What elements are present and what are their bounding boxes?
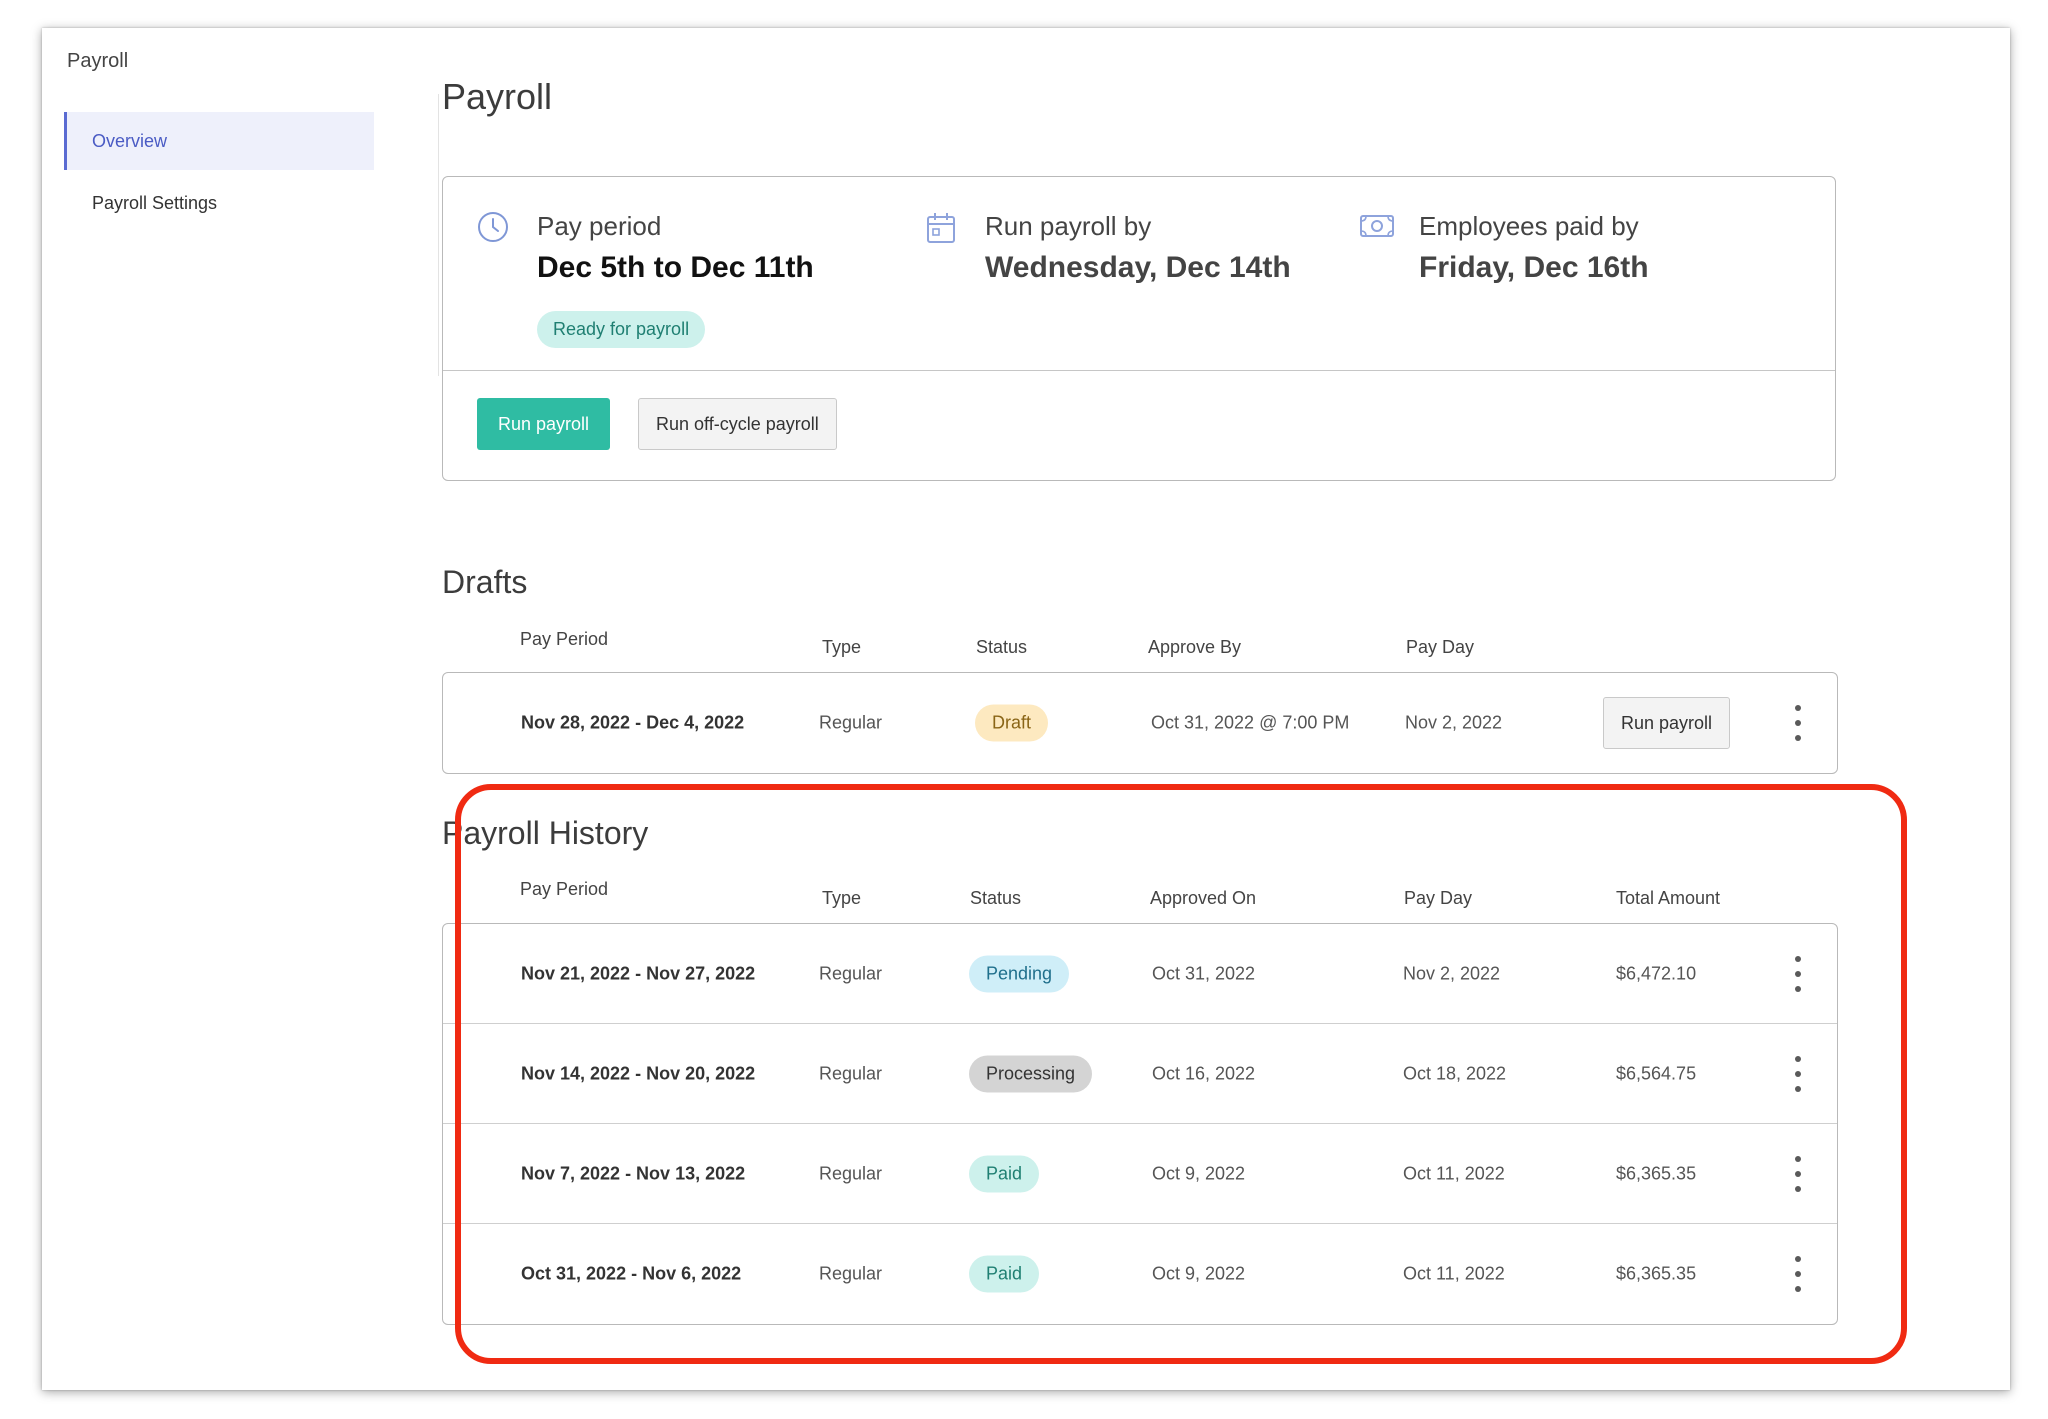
more-options-icon[interactable] <box>1793 1055 1803 1092</box>
pay-day-cell: Oct 11, 2022 <box>1403 1263 1505 1284</box>
history-header-status: Status <box>970 888 1022 908</box>
pay-period-cell: Nov 28, 2022 - Dec 4, 2022 <box>521 712 745 733</box>
pay-day-cell: Nov 2, 2022 <box>1403 963 1501 983</box>
approved-on-cell: Oct 9, 2022 <box>1152 1263 1246 1284</box>
history-header-pay-period: Pay Period <box>520 879 609 899</box>
type-cell: Regular <box>819 1263 883 1284</box>
total-amount-cell: $6,365.35 <box>1616 1163 1697 1183</box>
paid-by-label: Employees paid by <box>1419 211 1639 241</box>
type-cell: Regular <box>819 963 883 983</box>
sidebar-divider <box>438 94 439 376</box>
history-header-pay-day: Pay Day <box>1404 888 1473 908</box>
page-title: Payroll <box>442 76 553 117</box>
payroll-history-title: Payroll History <box>442 815 649 851</box>
status-badge: Processing <box>969 1055 1093 1092</box>
run-by-value: Wednesday, Dec 14th <box>985 251 1291 284</box>
total-amount-cell: $6,365.35 <box>1616 1263 1697 1284</box>
money-icon <box>1359 211 1394 243</box>
approve-by-cell: Oct 31, 2022 @ 7:00 PM <box>1151 712 1350 733</box>
draft-run-payroll-button[interactable]: Run payroll <box>1603 697 1731 749</box>
table-row: Nov 14, 2022 - Nov 20, 2022 Regular Proc… <box>443 1024 1837 1124</box>
drafts-header-status: Status <box>976 637 1028 657</box>
drafts-header-pay-day: Pay Day <box>1406 637 1475 657</box>
summary-actions: Run payroll Run off-cycle payroll <box>477 398 837 450</box>
run-off-cycle-payroll-button[interactable]: Run off-cycle payroll <box>638 398 837 450</box>
history-header-total-amount: Total Amount <box>1616 888 1721 908</box>
pay-period-value: Dec 5th to Dec 11th <box>537 251 814 284</box>
summary-stats: Pay period Dec 5th to Dec 11th Ready for… <box>443 177 1835 371</box>
paid-by-value: Friday, Dec 16th <box>1419 251 1649 284</box>
sidebar-item-overview[interactable]: Overview <box>64 112 374 170</box>
type-cell: Regular <box>819 1163 883 1183</box>
calendar-icon <box>925 211 957 243</box>
status-badge: Paid <box>969 1255 1040 1293</box>
table-row: Oct 31, 2022 - Nov 6, 2022 Regular Paid … <box>443 1224 1837 1324</box>
pay-period-summary-card: Pay period Dec 5th to Dec 11th Ready for… <box>442 176 1836 481</box>
sidebar-item-payroll-settings[interactable]: Payroll Settings <box>64 174 374 232</box>
payroll-history-table: Nov 21, 2022 - Nov 27, 2022 Regular Pend… <box>442 923 1838 1325</box>
approved-on-cell: Oct 31, 2022 <box>1152 963 1256 983</box>
history-header-approved-on: Approved On <box>1150 888 1257 908</box>
pay-period-cell: Oct 31, 2022 - Nov 6, 2022 <box>521 1263 742 1284</box>
total-amount-cell: $6,564.75 <box>1616 1063 1697 1083</box>
type-cell: Regular <box>819 712 883 733</box>
status-badge: Pending <box>969 955 1070 992</box>
drafts-header-type: Type <box>822 637 862 657</box>
approved-on-cell: Oct 16, 2022 <box>1152 1063 1256 1083</box>
sidebar: Overview Payroll Settings <box>64 112 374 232</box>
drafts-title: Drafts <box>442 564 528 600</box>
table-row: Nov 21, 2022 - Nov 27, 2022 Regular Pend… <box>443 924 1837 1024</box>
total-amount-cell: $6,472.10 <box>1616 963 1697 983</box>
app-title: Payroll <box>67 50 129 72</box>
run-payroll-button[interactable]: Run payroll <box>477 398 610 450</box>
history-header-type: Type <box>822 888 862 908</box>
more-options-icon[interactable] <box>1793 705 1803 741</box>
status-badge: Paid <box>969 1155 1040 1192</box>
more-options-icon[interactable] <box>1793 1155 1803 1192</box>
drafts-table: Nov 28, 2022 - Dec 4, 2022 Regular Draft… <box>442 672 1838 774</box>
pay-day-cell: Oct 11, 2022 <box>1403 1163 1505 1183</box>
table-row: Nov 28, 2022 - Dec 4, 2022 Regular Draft… <box>443 673 1837 773</box>
pay-day-cell: Nov 2, 2022 <box>1405 712 1503 733</box>
more-options-icon[interactable] <box>1793 955 1803 992</box>
drafts-header-pay-period: Pay Period <box>520 629 609 649</box>
pay-period-cell: Nov 7, 2022 - Nov 13, 2022 <box>521 1163 746 1183</box>
ready-status-badge: Ready for payroll <box>537 311 706 348</box>
pay-day-cell: Oct 18, 2022 <box>1403 1063 1507 1083</box>
table-row: Nov 7, 2022 - Nov 13, 2022 Regular Paid … <box>443 1124 1837 1224</box>
more-options-icon[interactable] <box>1793 1256 1803 1292</box>
type-cell: Regular <box>819 1063 883 1083</box>
approved-on-cell: Oct 9, 2022 <box>1152 1163 1246 1183</box>
pay-period-cell: Nov 14, 2022 - Nov 20, 2022 <box>521 1063 756 1083</box>
run-by-label: Run payroll by <box>985 211 1152 241</box>
pay-period-cell: Nov 21, 2022 - Nov 27, 2022 <box>521 963 756 983</box>
status-badge: Draft <box>975 704 1049 742</box>
clock-icon <box>477 211 509 243</box>
pay-period-label: Pay period <box>537 211 662 241</box>
drafts-header-approve-by: Approve By <box>1148 637 1242 657</box>
